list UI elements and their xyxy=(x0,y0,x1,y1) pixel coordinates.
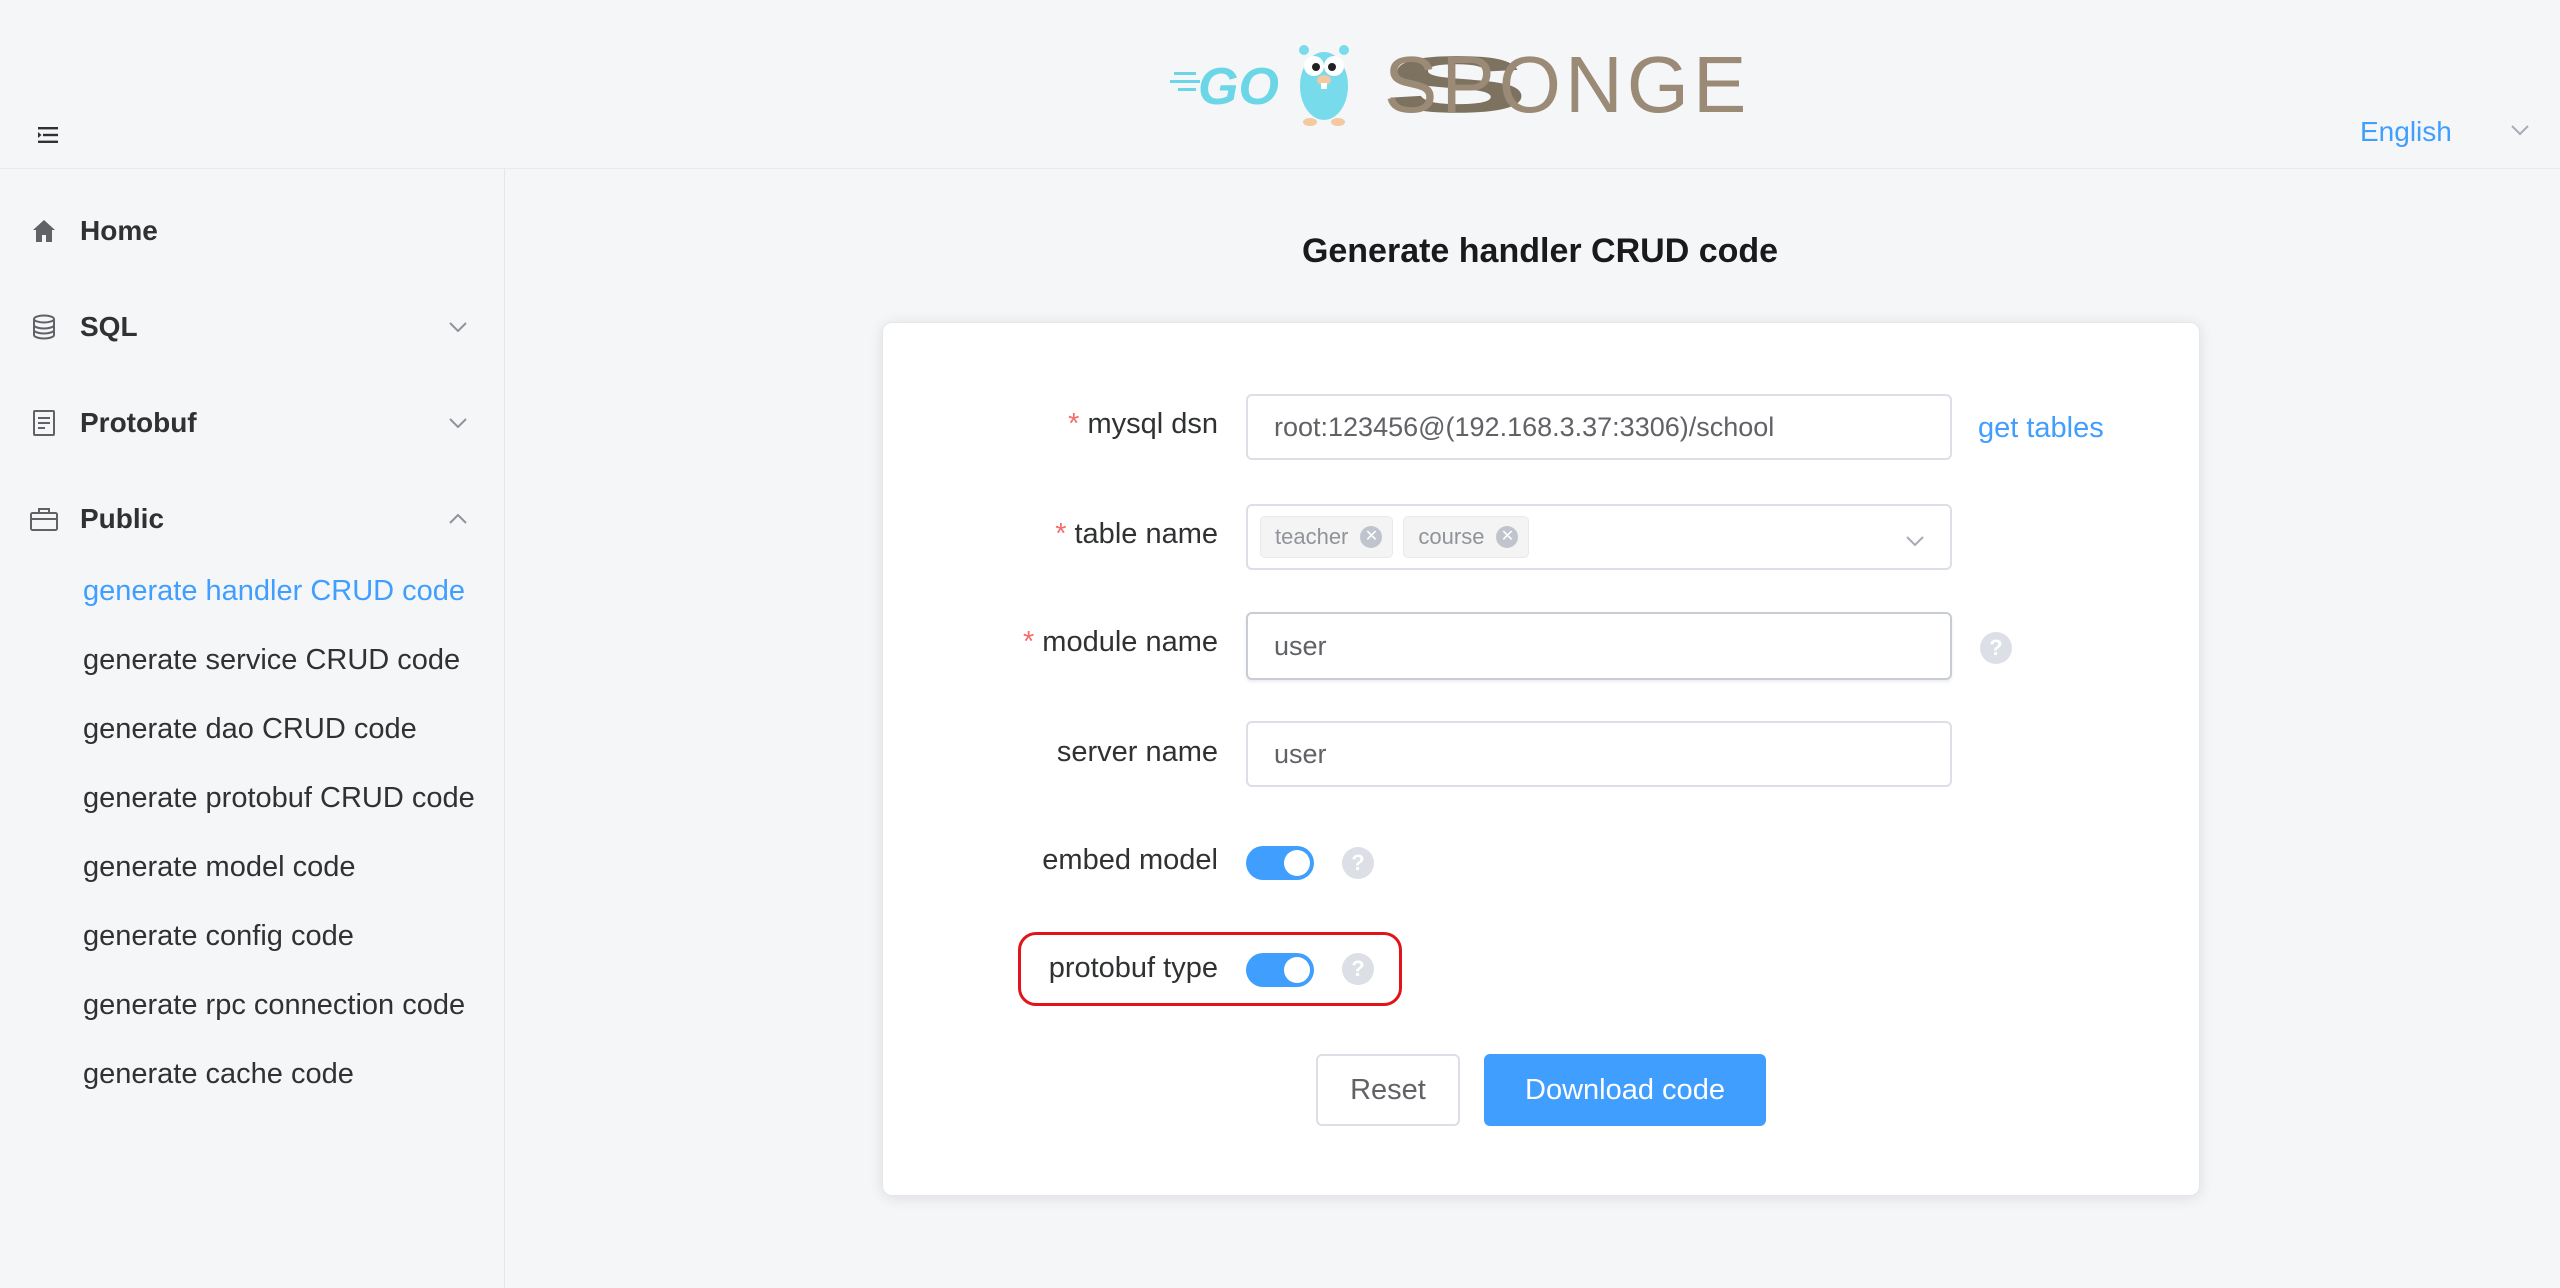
table-tag-teacher: teacher ✕ xyxy=(1260,516,1394,558)
help-icon[interactable]: ? xyxy=(1342,847,1374,879)
server-name-label: server name xyxy=(1057,736,1218,769)
sidebar: Home SQL Protobuf Public generate handle… xyxy=(0,169,505,1288)
chevron-down-icon xyxy=(2510,123,2530,141)
table-name-label-text: table name xyxy=(1074,518,1219,550)
sidebar-item-label: Home xyxy=(80,215,158,246)
sidebar-item-sql[interactable]: SQL xyxy=(0,279,504,375)
table-name-label: * table name xyxy=(1055,518,1218,551)
sidebar-subitem-label: generate model code xyxy=(83,850,356,883)
get-tables-link[interactable]: get tables xyxy=(1978,412,2104,445)
sidebar-subitem-service-crud[interactable]: generate service CRUD code xyxy=(0,628,504,692)
sidebar-subitem-label: generate dao CRUD code xyxy=(83,712,417,745)
mysql-dsn-label: * mysql dsn xyxy=(1068,408,1218,441)
sidebar-subitem-label: generate rpc connection code xyxy=(83,988,466,1021)
reset-button[interactable]: Reset xyxy=(1316,1054,1460,1126)
sidebar-subitem-cache[interactable]: generate cache code xyxy=(0,1042,504,1106)
module-name-value: user xyxy=(1274,630,1327,661)
app-logo: GO S SPONGE xyxy=(1170,36,1770,129)
sidebar-subitem-label: generate handler CRUD code xyxy=(83,574,466,607)
help-icon[interactable]: ? xyxy=(1342,953,1374,985)
help-icon[interactable]: ? xyxy=(1980,632,2012,664)
document-icon xyxy=(28,407,60,439)
language-label: English xyxy=(2360,116,2452,147)
mysql-dsn-input[interactable]: root:123456@(192.168.3.37:3306)/school xyxy=(1246,394,1952,460)
sidebar-item-label: SQL xyxy=(80,311,138,342)
page-title: Generate handler CRUD code xyxy=(1301,232,1779,270)
embed-model-label: embed model xyxy=(1042,844,1218,877)
sidebar-subitem-dao-crud[interactable]: generate dao CRUD code xyxy=(0,697,504,761)
required-mark: * xyxy=(1022,626,1035,658)
tag-label: course xyxy=(1418,524,1485,549)
mysql-dsn-label-text: mysql dsn xyxy=(1087,408,1218,440)
sidebar-subitem-label: generate service CRUD code xyxy=(83,643,461,676)
sidebar-item-public[interactable]: Public xyxy=(0,471,504,567)
sidebar-subitem-model[interactable]: generate model code xyxy=(0,835,504,899)
sidebar-subitem-label: generate cache code xyxy=(83,1057,354,1090)
mysql-dsn-value: root:123456@(192.168.3.37:3306)/school xyxy=(1274,411,1775,442)
module-name-label: * module name xyxy=(1023,626,1218,659)
protobuf-type-label: protobuf type xyxy=(1049,952,1218,985)
sidebar-subitem-protobuf-crud[interactable]: generate protobuf CRUD code xyxy=(0,766,504,830)
sidebar-item-home[interactable]: Home xyxy=(0,183,504,279)
table-tag-course: course ✕ xyxy=(1403,516,1530,558)
chevron-down-icon xyxy=(446,315,470,339)
server-name-label-text: server name xyxy=(1056,736,1218,768)
embed-model-toggle[interactable] xyxy=(1246,846,1314,880)
sidebar-item-label: Protobuf xyxy=(80,407,197,438)
sidebar-subitem-config[interactable]: generate config code xyxy=(0,904,504,968)
database-icon xyxy=(28,311,60,343)
protobuf-type-toggle[interactable] xyxy=(1246,953,1314,987)
close-icon[interactable]: ✕ xyxy=(1496,526,1519,548)
sidebar-subitem-label: generate protobuf CRUD code xyxy=(83,781,475,814)
download-code-button[interactable]: Download code xyxy=(1484,1054,1766,1126)
tag-label: teacher xyxy=(1275,524,1349,549)
module-name-input[interactable]: user xyxy=(1246,612,1952,680)
sidebar-subitem-label: generate config code xyxy=(83,919,354,952)
sidebar-item-label: Public xyxy=(80,503,165,534)
required-mark: * xyxy=(1055,518,1067,550)
briefcase-icon xyxy=(28,503,60,535)
protobuf-type-label-text: protobuf type xyxy=(1048,952,1218,984)
required-mark: * xyxy=(1068,408,1080,440)
sidebar-subitem-handler-crud[interactable]: generate handler CRUD code xyxy=(0,559,504,623)
toggle-knob xyxy=(1284,957,1310,983)
server-name-value: user xyxy=(1274,738,1327,769)
chevron-up-icon xyxy=(446,507,470,531)
close-icon[interactable]: ✕ xyxy=(1360,526,1383,548)
chevron-down-icon xyxy=(446,411,470,435)
menu-fold-icon[interactable] xyxy=(34,120,64,150)
embed-model-label-text: embed model xyxy=(1042,844,1218,876)
language-select[interactable]: English xyxy=(2360,112,2530,152)
home-icon xyxy=(28,215,60,247)
chevron-down-icon[interactable] xyxy=(1904,528,1926,550)
svg-text:GO: GO xyxy=(1198,58,1279,116)
svg-text:SPONGE: SPONGE xyxy=(1384,40,1750,126)
module-name-label-text: module name xyxy=(1042,626,1218,658)
toggle-knob xyxy=(1284,850,1310,876)
table-name-select[interactable]: teacher ✕ course ✕ xyxy=(1246,504,1952,570)
top-header: GO S SPONGE English xyxy=(0,0,2560,169)
sidebar-subitem-rpc-connection[interactable]: generate rpc connection code xyxy=(0,973,504,1037)
sidebar-item-protobuf[interactable]: Protobuf xyxy=(0,375,504,471)
server-name-input[interactable]: user xyxy=(1246,721,1952,787)
